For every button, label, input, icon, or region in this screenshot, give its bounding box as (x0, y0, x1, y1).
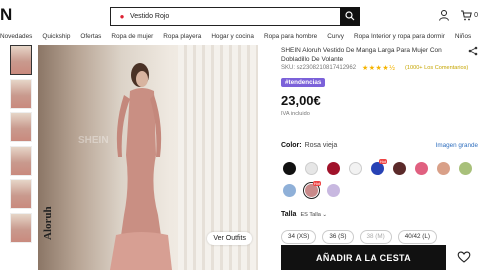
trending-badge[interactable]: #tendencias (281, 78, 326, 87)
size-label: Talla (281, 211, 297, 218)
image-watermark: SHEIN (78, 135, 109, 146)
size-options: 34 (XS) 36 (S) 38 (M) 40/42 (L) (281, 230, 437, 244)
cart-icon[interactable] (460, 9, 472, 21)
product-sku: SKU: sz2308210817412962 (281, 65, 357, 71)
color-swatch-selected[interactable]: Hot (305, 181, 321, 197)
search-input[interactable]: Vestido Rojo (127, 13, 340, 20)
nav-item[interactable]: Ropa para hombre (264, 31, 317, 43)
cart-count: 0 (474, 11, 478, 19)
size-option[interactable]: 36 (S) (322, 230, 354, 244)
chevron-down-icon: ⌄ (322, 211, 328, 218)
size-label-row: Talla ES Talla ⌄ (281, 211, 327, 218)
color-swatch[interactable] (283, 184, 296, 197)
category-nav: Novedades Quickship Ofertas Ropa de muje… (0, 31, 480, 43)
color-swatch[interactable] (415, 162, 428, 175)
main-product-image[interactable]: SHEIN Aloruh Ver Outfits (38, 45, 258, 270)
location-pin-icon: ● (119, 11, 125, 21)
search-button[interactable] (340, 6, 360, 26)
rating-stars: ★★★★½ (362, 65, 396, 72)
product-thumbnail[interactable] (10, 212, 32, 243)
product-thumbnail[interactable] (10, 45, 32, 75)
color-swatch[interactable] (459, 162, 472, 175)
nav-item[interactable]: Hogar y cocina (211, 31, 254, 43)
product-thumbnail[interactable] (10, 78, 32, 109)
color-label-row: Color: Rosa vieja (281, 142, 337, 149)
nav-item[interactable]: Quickship (42, 31, 70, 43)
user-icon[interactable] (438, 9, 450, 21)
nav-item[interactable]: Novedades (0, 31, 32, 43)
large-image-link[interactable]: Imagen grande (436, 142, 478, 149)
search-bar[interactable]: ● Vestido Rojo (110, 6, 360, 26)
color-swatch[interactable] (327, 162, 340, 175)
nav-item[interactable]: Ropa Interior y ropa para dormir (354, 31, 445, 43)
product-title: SHEIN Aloruh Vestido De Manga Larga Para… (281, 47, 442, 63)
hot-badge: Hot (378, 159, 387, 164)
color-swatch[interactable] (393, 162, 406, 175)
color-swatch[interactable] (437, 162, 450, 175)
product-thumbnail[interactable] (10, 112, 32, 142)
reviews-link[interactable]: (1000+ Los Comentarios) (405, 65, 468, 71)
color-swatch[interactable]: Hot (371, 159, 387, 175)
thumbnail-strip (10, 45, 32, 246)
size-system-value: ES Talla (300, 211, 321, 218)
shein-logo[interactable]: N (0, 6, 18, 24)
search-icon (345, 11, 355, 21)
brand-watermark: Aloruh (42, 206, 54, 240)
size-option[interactable]: 40/42 (L) (397, 230, 437, 244)
vat-note: IVA incluido (281, 111, 310, 117)
add-to-cart-button[interactable]: AÑADIR A LA CESTA (281, 245, 446, 270)
color-swatch[interactable] (327, 184, 340, 197)
color-label: Color: (281, 142, 302, 149)
share-icon[interactable] (468, 46, 478, 56)
nav-item[interactable]: Ropa playera (163, 31, 201, 43)
size-system-dropdown[interactable]: ES Talla ⌄ (300, 212, 327, 218)
nav-item[interactable]: Curvy (327, 31, 344, 43)
size-option[interactable]: 34 (XS) (281, 230, 317, 244)
nav-item[interactable]: Niños (455, 31, 471, 43)
color-swatch[interactable] (283, 162, 296, 175)
view-outfits-button[interactable]: Ver Outfits (207, 232, 252, 245)
hot-badge: Hot (312, 181, 321, 186)
color-swatch[interactable] (305, 162, 318, 175)
heart-icon[interactable] (457, 250, 471, 264)
color-value: Rosa vieja (304, 142, 338, 149)
color-swatch[interactable] (349, 162, 362, 175)
product-thumbnail[interactable] (10, 179, 32, 209)
size-option[interactable]: 38 (M) (359, 230, 392, 244)
product-price: 23,00€ (281, 93, 321, 108)
nav-item[interactable]: Ropa de mujer (111, 31, 153, 43)
product-thumbnail[interactable] (10, 145, 32, 176)
nav-item[interactable]: Ofertas (80, 31, 101, 43)
